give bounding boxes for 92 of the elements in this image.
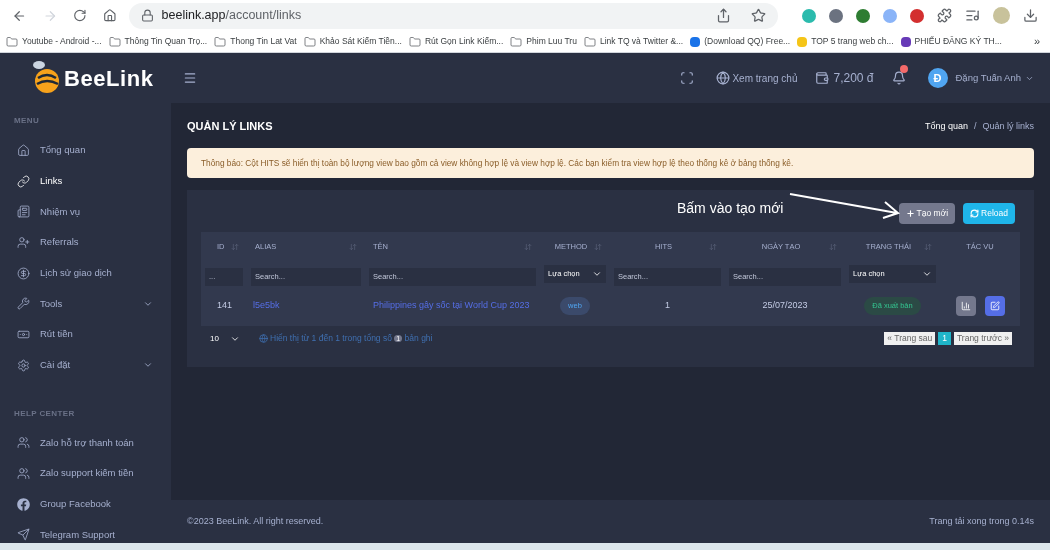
page-link[interactable]: Trang trước » <box>953 332 1012 345</box>
site-icon <box>900 36 911 47</box>
lock-icon <box>140 9 154 22</box>
bookmark[interactable]: PHIẾU ĐĂNG KÝ TH... <box>914 35 1002 48</box>
globe-icon <box>259 334 268 343</box>
sidebar-item[interactable]: Tổng quan <box>40 143 153 158</box>
breadcrumb-item[interactable]: Tổng quan <box>924 119 968 134</box>
balance[interactable]: 7,200 đ <box>833 69 874 87</box>
section-title: HELP CENTER <box>13 407 76 420</box>
folder-icon <box>108 35 121 48</box>
create-button[interactable]: Tạo mới <box>898 203 956 224</box>
home-link[interactable]: Xem trang chủ <box>732 70 798 86</box>
bookmark[interactable]: Khảo Sát Kiếm Tiền... <box>319 35 402 48</box>
section-title: MENU <box>13 115 41 127</box>
site-icon <box>797 36 808 47</box>
bookmark[interactable]: Rút Gọn Link Kiếm... <box>424 35 504 48</box>
dollar-icon <box>17 266 30 280</box>
bookmark[interactable]: Thông Tin Quan Trọ... <box>124 35 208 48</box>
load-time-text: Trang tải xong trong 0.14s <box>929 514 1034 528</box>
list-icon <box>17 205 30 219</box>
reload-icon[interactable] <box>73 8 87 23</box>
page-link[interactable]: « Trang sau <box>884 332 936 345</box>
facebook-icon <box>17 497 30 511</box>
extension-icon[interactable] <box>910 8 924 23</box>
bar-chart-icon <box>960 301 971 311</box>
breadcrumb-item: Quản lý links <box>982 119 1034 133</box>
home-icon[interactable] <box>102 8 117 23</box>
extensions-icon[interactable] <box>937 8 952 23</box>
bookmark[interactable]: (Download QQ) Free... <box>704 35 791 48</box>
chevron-down-icon <box>922 269 932 279</box>
folder-icon <box>408 35 421 48</box>
site-icon <box>690 36 701 47</box>
folder-icon <box>6 35 18 48</box>
folder-icon <box>510 35 523 48</box>
extension-icon[interactable] <box>856 8 870 23</box>
sidebar-item[interactable]: Zalo support kiếm tiền <box>40 466 153 481</box>
link-icon <box>17 174 30 188</box>
breadcrumb-separator: / <box>973 119 977 133</box>
sidebar-item[interactable]: Tools <box>40 296 133 311</box>
stats-button[interactable] <box>955 296 976 316</box>
bookmark[interactable]: Thong Tin Lat Vat <box>230 35 297 48</box>
sidebar-item[interactable]: Group Facebook <box>40 497 153 512</box>
url-text: beelink.app/account/links <box>161 7 303 25</box>
user-plus-icon <box>17 235 30 249</box>
star-icon[interactable] <box>751 8 766 23</box>
notice-alert: Thông báo: Cột HITS sẽ hiển thị toàn bộ lượng view bao gồm cả view không hợp lệ và view hợp lệ. Các bạn kiểm tra view hợp lệ theo thống kê ở bảng thống kê. <box>187 148 1034 178</box>
bookmark[interactable]: Link TQ và Twitter &... <box>599 35 684 48</box>
edit-icon <box>989 301 1000 311</box>
sidebar-item[interactable]: Cài đặt <box>40 358 133 373</box>
wallet-icon[interactable] <box>815 71 830 85</box>
fullscreen-icon[interactable] <box>680 71 695 85</box>
globe-icon[interactable] <box>716 71 731 85</box>
folder-icon <box>583 35 596 48</box>
refresh-icon <box>970 209 980 218</box>
sidebar-item[interactable]: Lịch sử giao dịch <box>40 265 153 281</box>
sidebar-item[interactable]: Zalo hỗ trợ thanh toán <box>40 435 153 450</box>
share-icon[interactable] <box>716 8 731 23</box>
house-icon <box>17 143 30 157</box>
bee-logo-icon <box>30 60 60 96</box>
copyright-text: ©2023 BeeLink. All right reserved. <box>187 514 324 528</box>
sidebar-item[interactable]: Referrals <box>40 235 153 250</box>
table-cell-text: 1 <box>664 299 671 313</box>
users-icon <box>17 467 30 481</box>
extension-icon[interactable] <box>829 8 843 23</box>
bookmarks-overflow[interactable]: » <box>1033 33 1044 50</box>
address-bar[interactable]: beelink.app/account/links <box>128 2 778 29</box>
table-cell-text: 141 <box>216 299 234 313</box>
page-title: QUẢN LÝ LINKS <box>187 119 273 135</box>
table-cell-text: 25/07/2023 <box>761 299 809 313</box>
users-icon <box>17 436 30 450</box>
menu-icon[interactable] <box>183 71 197 85</box>
bookmark[interactable]: Phim Luu Tru <box>526 35 577 48</box>
plus-icon <box>905 209 915 218</box>
user-name[interactable]: Đặng Tuấn Anh <box>955 70 1021 86</box>
bell-icon[interactable] <box>891 71 906 85</box>
sidebar-item[interactable]: Telegram Support <box>40 527 153 543</box>
wrench-icon <box>17 297 30 311</box>
edit-button[interactable] <box>984 296 1005 316</box>
folder-icon <box>214 35 227 48</box>
settings-icon <box>17 358 30 372</box>
sidebar-item[interactable]: Links <box>40 173 153 189</box>
paper-plane-icon <box>17 528 30 542</box>
sidebar-item[interactable]: Nhiệm vụ <box>40 204 153 219</box>
playlist-icon[interactable] <box>965 8 980 23</box>
download-icon[interactable] <box>1023 8 1038 23</box>
annotation-text: Bấm vào tạo mới <box>677 199 784 218</box>
logo-text: BeeLink <box>64 64 154 93</box>
bookmark[interactable]: TOP 5 trang web ch... <box>811 35 894 48</box>
sidebar-item[interactable]: Rút tiền <box>40 327 153 342</box>
folder-icon <box>303 35 316 48</box>
bookmark[interactable]: Youtube - Android -... <box>22 35 102 48</box>
chevron-down-icon <box>592 269 602 279</box>
